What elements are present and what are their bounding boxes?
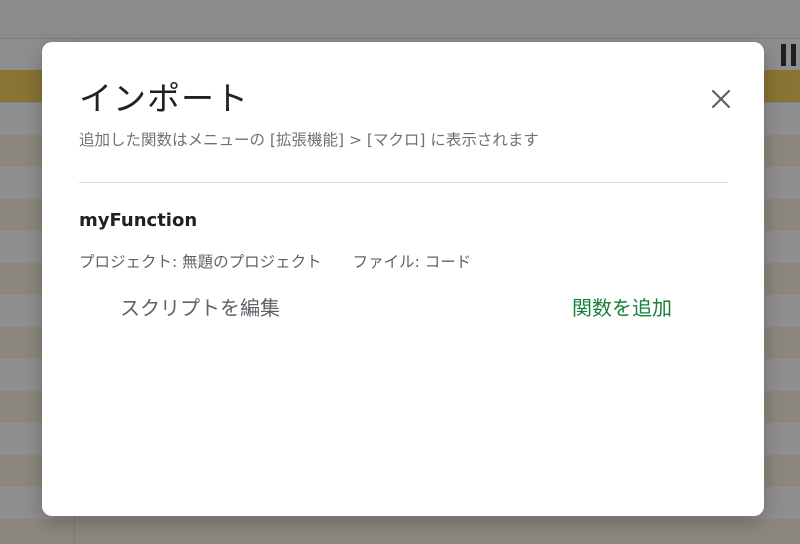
file-value: コード: [424, 253, 472, 271]
backdrop-toolbar: [0, 0, 800, 39]
dialog-subtitle: 追加した関数はメニューの [拡張機能] > [マクロ] に表示されます: [79, 131, 539, 149]
project-label: プロジェクト:: [79, 253, 178, 271]
function-meta: プロジェクト: 無題のプロジェクト ファイル: コード: [79, 250, 471, 272]
project-value: 無題のプロジェクト: [182, 253, 322, 271]
close-icon[interactable]: [706, 84, 736, 114]
divider: [79, 182, 728, 183]
edit-script-button[interactable]: スクリプトを編集: [108, 286, 292, 327]
pause-icon: [781, 44, 800, 66]
add-function-button[interactable]: 関数を追加: [560, 286, 684, 327]
backdrop-row: [0, 519, 800, 544]
function-name: myFunction: [79, 210, 198, 231]
dialog-title: インポート: [79, 79, 249, 118]
import-dialog: インポート 追加した関数はメニューの [拡張機能] > [マクロ] に表示されま…: [42, 42, 764, 516]
file-label: ファイル:: [352, 253, 420, 271]
